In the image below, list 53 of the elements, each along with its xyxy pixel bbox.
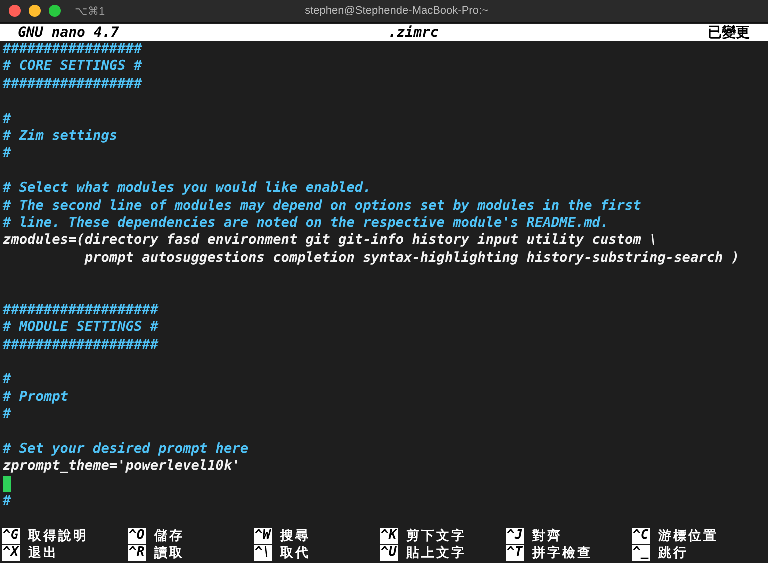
file-name: .zimrc [388,24,439,40]
code-comment: ################### [3,302,158,318]
shortcut-label: 對齊 [532,528,563,544]
window-control-icon[interactable] [49,5,61,17]
code-comment: # [3,371,12,388]
code-comment: # [3,493,12,510]
shortcut-label: 退出 [28,544,59,562]
shortcut-label: 讀取 [154,544,185,562]
code-comment: # Prompt [3,388,68,405]
window-control-icon[interactable] [29,5,41,17]
shortcut-key: ^K [380,528,398,544]
shortcut-key: ^U [380,544,398,560]
code-line: prompt autosuggestions completion syntax-highlighting history-substring-search ) [84,250,740,266]
code-line: zprompt_theme='powerlevel10k' [3,458,240,474]
shortcut-key: ^O [128,528,146,544]
shortcut-key: ^C [632,528,650,544]
shortcut-key: ^\ [254,544,272,560]
text-cursor [3,476,11,492]
shortcut-label: 搜尋 [280,528,311,544]
shortcut-label: 拼字檢查 [532,544,593,562]
shortcut-label: 取代 [280,544,311,562]
code-comment: # Set your desired prompt here [3,440,249,457]
code-comment: # [3,145,12,162]
shortcut-key: ^_ [632,544,650,560]
shortcut-key: ^R [128,544,146,560]
shortcut-label: 跳行 [658,544,689,562]
window-title: stephen@Stephende-MacBook-Pro:~ [305,5,488,17]
shortcut-label: 貼上文字 [406,544,467,562]
code-comment: ################# [3,41,142,57]
code-comment: # The second line of modules may depend on options set by modules in the first [3,198,642,214]
code-comment: # [3,110,12,127]
shortcut-key: ^W [254,528,272,544]
shortcut-key: ^J [506,528,524,544]
shortcut-key: ^X [2,544,20,560]
window-control-icon[interactable] [9,5,21,17]
code-comment: # Select what modules you would like enabled. [3,180,372,196]
tab-shortcut: ⌥⌘1 [75,4,106,18]
shortcut-label: 取得說明 [28,528,89,544]
code-comment: # Zim settings [3,128,118,144]
shortcut-key: ^T [506,544,524,560]
shortcut-label: 游標位置 [658,528,719,544]
code-comment: ################### [3,336,158,353]
modified-status: 已變更 [708,24,750,42]
code-comment: # CORE SETTINGS # [3,58,142,74]
code-comment: # line. These dependencies are noted on the respective module's README.md. [3,214,609,231]
code-comment: ################# [3,76,142,92]
shortcut-label: 剪下文字 [406,528,467,544]
app-version: GNU nano 4.7 [18,24,120,40]
code-line: zmodules=(directory fasd environment git git-info history input utility custom \ [3,232,658,248]
code-comment: # MODULE SETTINGS # [3,319,158,336]
code-comment: # [3,406,12,422]
shortcut-key: ^G [2,528,20,544]
shortcut-label: 儲存 [154,528,185,544]
